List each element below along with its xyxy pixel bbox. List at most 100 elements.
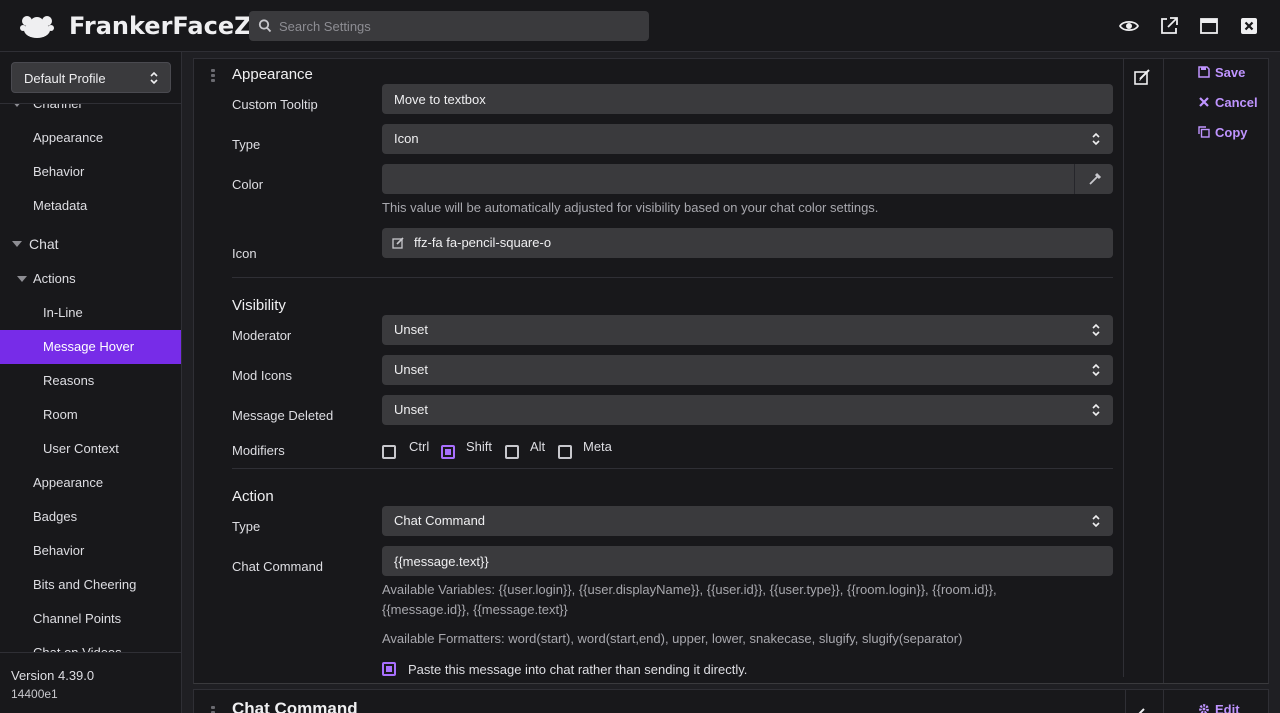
cancel-button[interactable]: Cancel (1198, 95, 1258, 110)
mod-icons-select[interactable]: Unset (382, 355, 1113, 385)
nav-item-badges[interactable]: Badges (0, 500, 181, 534)
frankerfacez-logo-icon (20, 16, 54, 38)
floppy-disk-icon (1198, 66, 1210, 78)
nav-item-user-context[interactable]: User Context (0, 432, 181, 466)
nav-item-channel-behavior[interactable]: Behavior (0, 155, 181, 189)
nav-item-chat-behavior[interactable]: Behavior (0, 534, 181, 568)
pencil-square-icon (392, 237, 404, 249)
color-label: Color (232, 177, 264, 192)
search-input[interactable] (279, 11, 639, 41)
sort-arrows-icon (1092, 363, 1100, 377)
chat-command-field[interactable] (394, 546, 1101, 576)
nav-item-channel-appearance[interactable]: Appearance (0, 121, 181, 155)
version-info: Version 4.39.0 14400e1 (0, 652, 181, 713)
nav-item-actions[interactable]: Actions (0, 262, 181, 296)
main-content: Appearance Custom Tooltip Type Icon Colo… (182, 52, 1280, 713)
sort-arrows-icon (1092, 403, 1100, 417)
profile-select[interactable]: Default Profile (11, 62, 171, 93)
chat-command-label: Chat Command (232, 559, 324, 574)
times-icon (1199, 97, 1209, 107)
action-editor-panel: Appearance Custom Tooltip Type Icon Colo… (193, 58, 1269, 684)
edit-button[interactable]: Edit (1198, 702, 1240, 713)
moderator-label: Moderator (232, 328, 292, 343)
ctrl-checkbox[interactable] (382, 445, 396, 459)
close-icon[interactable] (1239, 16, 1259, 36)
appearance-type-select[interactable]: Icon (382, 124, 1113, 154)
sort-arrows-icon (1092, 132, 1100, 146)
nav-item-channel-metadata[interactable]: Metadata (0, 189, 181, 223)
section-divider (232, 468, 1113, 469)
drag-handle[interactable] (211, 69, 215, 84)
nav-item-reasons[interactable]: Reasons (0, 364, 181, 398)
appearance-type-label: Type (232, 137, 261, 152)
column-divider (1163, 690, 1164, 713)
meta-label: Meta (583, 439, 612, 454)
available-formatters: Available Formatters: word(start), word(… (382, 631, 963, 646)
profile-select-value: Default Profile (24, 71, 106, 86)
external-link-icon[interactable] (1159, 16, 1179, 36)
mod-icons-label: Mod Icons (232, 368, 292, 383)
nav-item-channel-points[interactable]: Channel Points (0, 602, 181, 636)
nav-item-room[interactable]: Room (0, 398, 181, 432)
settings-sidebar: Default Profile Channel Appearance Behav… (0, 52, 182, 713)
eye-icon[interactable] (1119, 16, 1139, 36)
column-divider (1163, 59, 1164, 683)
search-box[interactable] (249, 11, 649, 41)
search-icon (258, 19, 272, 33)
action-heading: Action (232, 488, 274, 505)
alt-label: Alt (530, 439, 546, 454)
color-hint: This value will be automatically adjuste… (382, 200, 879, 215)
nav-item-channel[interactable]: Channel (0, 104, 181, 121)
save-button[interactable]: Save (1198, 65, 1245, 80)
column-divider (1123, 59, 1124, 677)
color-picker-button[interactable] (1074, 164, 1113, 194)
nav-item-chat[interactable]: Chat (0, 227, 181, 261)
action-item-title: Chat Command (232, 699, 358, 713)
nav-item-in-line[interactable]: In-Line (0, 296, 181, 330)
sort-arrows-icon (150, 71, 158, 85)
chat-command-input[interactable] (382, 546, 1113, 576)
shift-label: Shift (466, 439, 493, 454)
caret-down-icon (12, 241, 22, 247)
paste-checkbox[interactable] (382, 662, 396, 676)
icon-label: Icon (232, 246, 257, 261)
nav-item-bits-and-cheering[interactable]: Bits and Cheering (0, 568, 181, 602)
meta-checkbox[interactable] (558, 445, 572, 459)
action-type-value: Chat Command (394, 513, 486, 528)
visibility-heading: Visibility (232, 297, 286, 314)
icon-input[interactable]: ffz-fa fa-pencil-square-o (382, 228, 1113, 258)
drag-handle[interactable] (211, 706, 215, 713)
custom-tooltip-field[interactable] (394, 84, 1101, 114)
cog-icon (1199, 704, 1209, 713)
window-icon[interactable] (1199, 16, 1219, 36)
shift-checkbox[interactable] (441, 445, 455, 459)
message-deleted-value: Unset (394, 402, 428, 417)
copy-button[interactable]: Copy (1198, 125, 1248, 140)
nav-item-chat-appearance[interactable]: Appearance (0, 466, 181, 500)
available-variables-line2: {{message.id}}, {{message.text}} (382, 602, 568, 617)
message-deleted-select[interactable]: Unset (382, 395, 1113, 425)
appearance-type-value: Icon (394, 131, 419, 146)
app-header: FrankerFaceZ (0, 0, 1280, 52)
app-title: FrankerFaceZ (69, 12, 252, 40)
settings-nav: Channel Appearance Behavior Metadata Cha… (0, 103, 181, 652)
nav-item-message-hover[interactable]: Message Hover (0, 330, 181, 364)
eyedropper-icon (1089, 172, 1102, 185)
column-divider (1125, 690, 1126, 713)
action-type-select[interactable]: Chat Command (382, 506, 1113, 536)
color-input[interactable] (382, 164, 1113, 194)
caret-down-icon (17, 276, 27, 282)
action-item-chat-command[interactable]: Chat Command Edit (193, 689, 1269, 713)
message-deleted-label: Message Deleted (232, 408, 334, 423)
custom-tooltip-label: Custom Tooltip (232, 97, 318, 112)
paste-label: Paste this message into chat rather than… (408, 662, 748, 677)
sort-arrows-icon (1092, 323, 1100, 337)
reply-icon (1138, 708, 1145, 713)
edit-preview-icon (1134, 69, 1150, 85)
copy-icon (1198, 126, 1210, 138)
icon-value: ffz-fa fa-pencil-square-o (414, 235, 552, 250)
nav-item-chat-on-videos[interactable]: Chat on Videos (0, 636, 181, 652)
moderator-select[interactable]: Unset (382, 315, 1113, 345)
custom-tooltip-input[interactable] (382, 84, 1113, 114)
alt-checkbox[interactable] (505, 445, 519, 459)
